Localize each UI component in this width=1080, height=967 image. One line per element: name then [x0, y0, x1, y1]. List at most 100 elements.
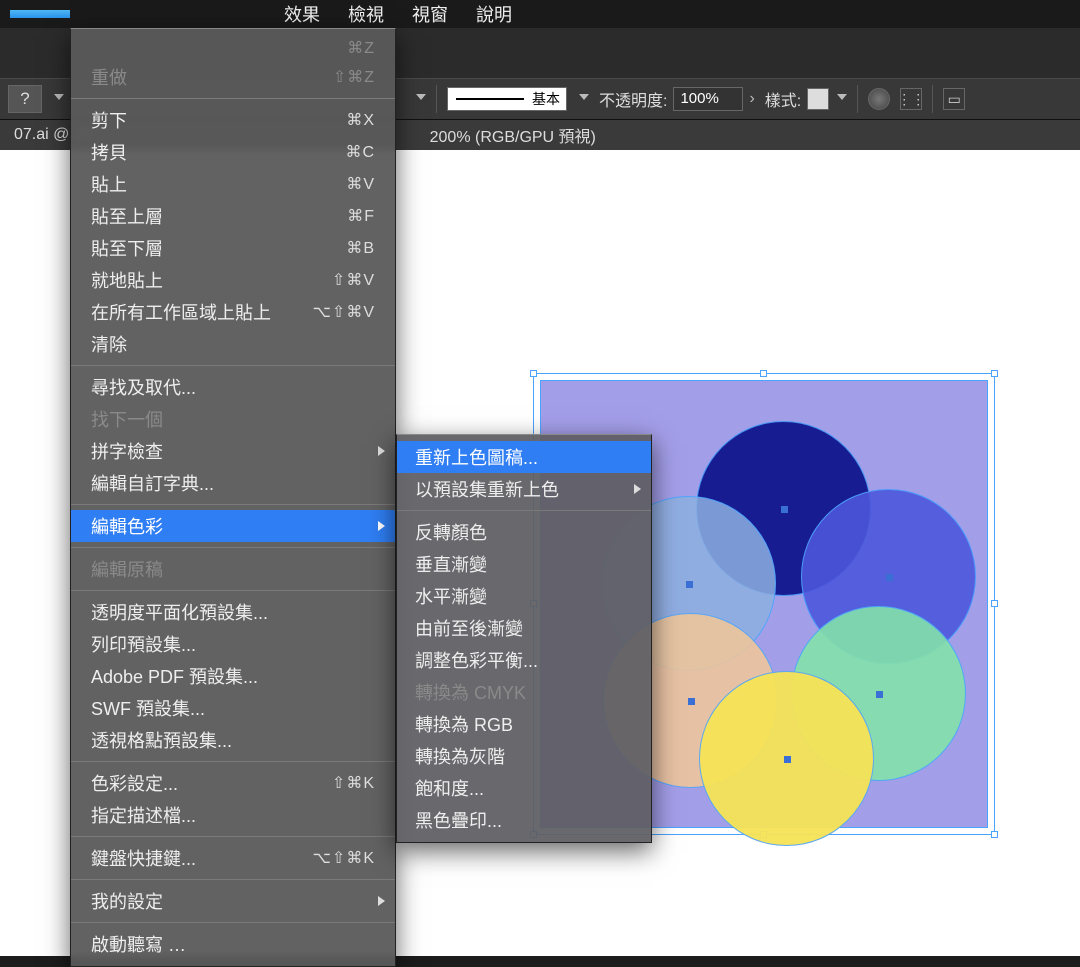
- stroke-label: 基本: [532, 89, 560, 109]
- menu-item[interactable]: 透明度平面化預設集...: [71, 596, 395, 628]
- opacity-input[interactable]: 100%: [673, 87, 743, 111]
- menu-separator: [71, 761, 395, 762]
- menu-item-label: 拼字檢查: [91, 438, 163, 464]
- handle[interactable]: [530, 370, 537, 377]
- menu-item[interactable]: 貼至上層 ⌘F: [71, 200, 395, 232]
- handle[interactable]: [991, 600, 998, 607]
- menu-item-label: 轉換為灰階: [415, 743, 505, 769]
- submenu-item[interactable]: 反轉顏色: [397, 516, 651, 548]
- menu-item[interactable]: 尋找及取代...: [71, 371, 395, 403]
- menu-shortcut: ⌘X: [346, 110, 375, 130]
- menu-item-label: 垂直漸變: [415, 551, 487, 577]
- stroke-style[interactable]: 基本: [447, 87, 567, 111]
- submenu-item: 轉換為 CMYK: [397, 676, 651, 708]
- align-icon[interactable]: ⋮⋮: [900, 88, 922, 110]
- menubar-active[interactable]: [10, 10, 70, 18]
- edit-colors-submenu: 重新上色圖稿... 以預設集重新上色反轉顏色垂直漸變水平漸變由前至後漸變調整色彩平…: [396, 434, 652, 843]
- document-tab-right[interactable]: 200% (RGB/GPU 預視): [416, 123, 610, 147]
- dropdown-icon[interactable]: [837, 94, 847, 104]
- submenu-item[interactable]: 垂直漸變: [397, 548, 651, 580]
- handle[interactable]: [760, 370, 767, 377]
- menubar-item[interactable]: 說明: [462, 0, 526, 31]
- menu-shortcut: ⌘V: [346, 174, 375, 194]
- anchor-point[interactable]: [781, 506, 788, 513]
- menu-shortcut: ⇧⌘K: [332, 773, 375, 793]
- anchor-point[interactable]: [886, 574, 893, 581]
- dropdown-icon[interactable]: [54, 94, 64, 104]
- submenu-item[interactable]: 黑色疊印...: [397, 804, 651, 836]
- submenu-item[interactable]: 轉換為灰階: [397, 740, 651, 772]
- submenu-item[interactable]: 以預設集重新上色: [397, 473, 651, 505]
- menu-separator: [71, 922, 395, 923]
- menu-item[interactable]: 指定描述檔...: [71, 799, 395, 831]
- chevron-right-icon: [378, 446, 385, 456]
- submenu-item[interactable]: 水平漸變: [397, 580, 651, 612]
- menu-item[interactable]: 就地貼上 ⇧⌘V: [71, 264, 395, 296]
- menu-item-label: 調整色彩平衡...: [415, 647, 538, 673]
- chevron-right-icon[interactable]: ›: [749, 90, 754, 108]
- stroke-line-icon: [456, 98, 524, 100]
- help-button[interactable]: ?: [8, 85, 42, 113]
- menu-item-label: 就地貼上: [91, 267, 163, 293]
- menu-item[interactable]: 拷貝⌘C: [71, 136, 395, 168]
- dropdown-icon[interactable]: [579, 94, 589, 104]
- anchor-point[interactable]: [784, 756, 791, 763]
- menu-separator: [71, 504, 395, 505]
- anchor-point[interactable]: [688, 698, 695, 705]
- menu-item: 找下一個: [71, 403, 395, 435]
- menu-item[interactable]: 貼上 ⌘V: [71, 168, 395, 200]
- menu-item-label: 透視格點預設集...: [91, 727, 232, 753]
- menu-separator: [71, 879, 395, 880]
- menu-item: ⌘Z: [71, 35, 395, 61]
- menu-item-label: 貼上: [91, 171, 127, 197]
- menu-item[interactable]: 啟動聽寫 …: [71, 928, 395, 960]
- menu-item[interactable]: 色彩設定...⇧⌘K: [71, 767, 395, 799]
- menu-item[interactable]: 透視格點預設集...: [71, 724, 395, 756]
- anchor-point[interactable]: [686, 581, 693, 588]
- menubar-item[interactable]: 效果: [270, 0, 334, 31]
- chevron-right-icon: [378, 521, 385, 531]
- help-glyph: ?: [20, 89, 29, 109]
- menu-shortcut: ⇧⌘Z: [333, 67, 375, 87]
- dropdown-icon[interactable]: [416, 94, 426, 104]
- menu-item[interactable]: 鍵盤快捷鍵...⌥⇧⌘K: [71, 842, 395, 874]
- menu-item-label: 透明度平面化預設集...: [91, 599, 268, 625]
- menu-item[interactable]: 拼字檢查: [71, 435, 395, 467]
- menu-item[interactable]: 剪下 ⌘X: [71, 104, 395, 136]
- submenu-item[interactable]: 調整色彩平衡...: [397, 644, 651, 676]
- menu-item[interactable]: 編輯色彩: [71, 510, 395, 542]
- anchor-point[interactable]: [876, 691, 883, 698]
- menu-item[interactable]: SWF 預設集...: [71, 692, 395, 724]
- menu-item[interactable]: 我的設定: [71, 885, 395, 917]
- arrange-icon[interactable]: ▭: [943, 88, 965, 110]
- menubar-item[interactable]: 檢視: [334, 0, 398, 31]
- menu-shortcut: ⇧⌘V: [332, 270, 375, 290]
- submenu-item[interactable]: 重新上色圖稿...: [397, 441, 651, 473]
- submenu-item[interactable]: 由前至後漸變: [397, 612, 651, 644]
- menu-item[interactable]: Adobe PDF 預設集...: [71, 660, 395, 692]
- chevron-right-icon: [634, 484, 641, 494]
- menu-item[interactable]: 列印預設集...: [71, 628, 395, 660]
- menu-item-label: 鍵盤快捷鍵...: [91, 845, 196, 871]
- menu-item-label: 轉換為 RGB: [415, 711, 513, 737]
- menu-item-label: 水平漸變: [415, 583, 487, 609]
- menu-shortcut: ⌘F: [347, 206, 375, 226]
- menu-item[interactable]: 編輯自訂字典...: [71, 467, 395, 499]
- menu-item-label: 編輯自訂字典...: [91, 470, 214, 496]
- menu-item-label: 剪下: [91, 107, 127, 133]
- submenu-item[interactable]: 飽和度...: [397, 772, 651, 804]
- menu-item[interactable]: 貼至下層⌘B: [71, 232, 395, 264]
- handle[interactable]: [991, 831, 998, 838]
- menubar-item[interactable]: 視窗: [398, 0, 462, 31]
- menu-item-label: 在所有工作區域上貼上: [91, 299, 271, 325]
- menu-item[interactable]: 在所有工作區域上貼上⌥⇧⌘V: [71, 296, 395, 328]
- divider: [436, 85, 437, 113]
- menu-item-label: 重新上色圖稿...: [415, 444, 538, 470]
- style-swatch[interactable]: [807, 88, 829, 110]
- handle[interactable]: [991, 370, 998, 377]
- submenu-item[interactable]: 轉換為 RGB: [397, 708, 651, 740]
- menu-item[interactable]: 清除: [71, 328, 395, 360]
- menu-item-label: 指定描述檔...: [91, 802, 196, 828]
- recolor-icon[interactable]: [868, 88, 890, 110]
- menu-item-label: 貼至上層: [91, 203, 163, 229]
